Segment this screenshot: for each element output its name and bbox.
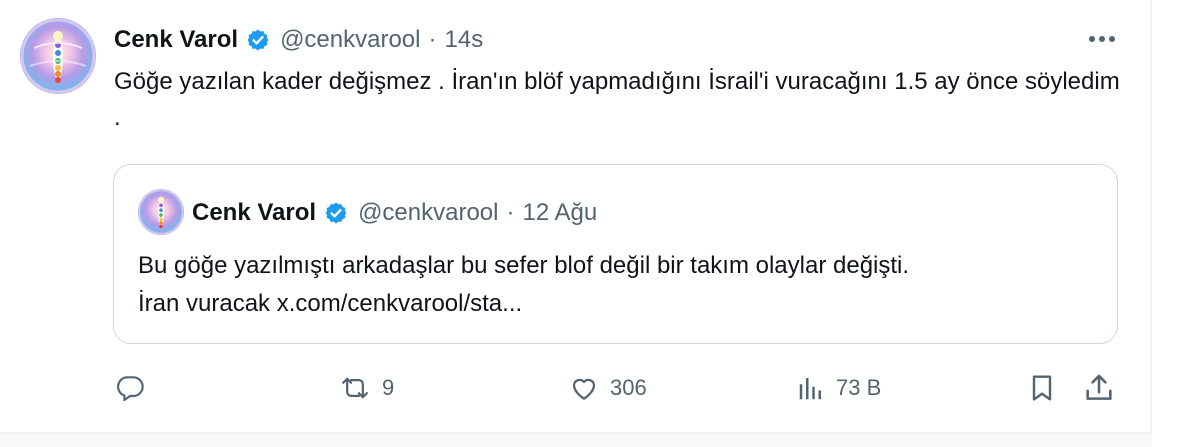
bookmark-button[interactable] xyxy=(1026,370,1058,406)
tweet-timestamp[interactable]: 14s xyxy=(445,26,484,54)
share-button[interactable] xyxy=(1082,370,1116,406)
reply-button[interactable] xyxy=(114,370,156,406)
retweet-button[interactable]: 9 xyxy=(338,370,394,406)
views-count: 73 B xyxy=(836,375,882,400)
separator-dot: · xyxy=(506,199,515,226)
views-button[interactable]: 73 B xyxy=(796,370,881,406)
tweet-card[interactable]: Cenk Varol @cenkvarool · 14s Göğe yazıla… xyxy=(0,0,1150,432)
column-divider xyxy=(1150,0,1152,447)
tweet-header: Cenk Varol @cenkvarool · 14s xyxy=(114,22,483,58)
like-button[interactable]: 306 xyxy=(568,370,647,406)
author-name[interactable]: Cenk Varol xyxy=(114,26,238,54)
quoted-tweet-timestamp[interactable]: 12 Ağu xyxy=(523,199,598,227)
reply-icon xyxy=(114,372,146,404)
views-chart-icon xyxy=(796,373,826,403)
quoted-avatar-image xyxy=(138,189,184,235)
tweet-text: Göğe yazılan kader değişmez . İran'ın bl… xyxy=(114,68,1120,131)
quoted-tweet-header: Cenk Varol @cenkvarool · 12 Ağu xyxy=(192,195,597,231)
retweet-count: 9 xyxy=(382,375,395,400)
next-tweet-edge xyxy=(0,433,1152,447)
quoted-tweet-text: Bu göğe yazılmıştı arkadaşlar bu sefer b… xyxy=(138,247,1098,323)
action-bar: 9 306 73 B xyxy=(0,370,1150,406)
share-icon xyxy=(1082,371,1116,405)
like-count: 306 xyxy=(610,375,647,400)
quoted-avatar[interactable] xyxy=(138,189,184,235)
quoted-text-line-1: Bu göğe yazılmıştı arkadaşlar bu sefer b… xyxy=(138,252,910,279)
quoted-text-line-2[interactable]: İran vuracak x.com/cenkvarool/sta... xyxy=(138,285,1098,323)
quoted-author-name[interactable]: Cenk Varol xyxy=(192,199,316,227)
verified-badge-icon[interactable] xyxy=(246,28,270,52)
more-icon[interactable] xyxy=(1085,26,1119,52)
retweet-icon xyxy=(338,372,372,404)
bookmark-icon xyxy=(1026,372,1058,404)
verified-badge-icon[interactable] xyxy=(324,201,348,225)
author-handle[interactable]: @cenkvarool xyxy=(280,26,420,54)
separator-dot: · xyxy=(428,26,437,53)
quoted-author-handle[interactable]: @cenkvarool xyxy=(358,199,498,227)
quoted-tweet[interactable]: Cenk Varol @cenkvarool · 12 Ağu Bu göğe … xyxy=(113,164,1118,344)
heart-icon xyxy=(568,372,600,404)
avatar-image xyxy=(20,18,96,94)
avatar[interactable] xyxy=(20,18,96,94)
